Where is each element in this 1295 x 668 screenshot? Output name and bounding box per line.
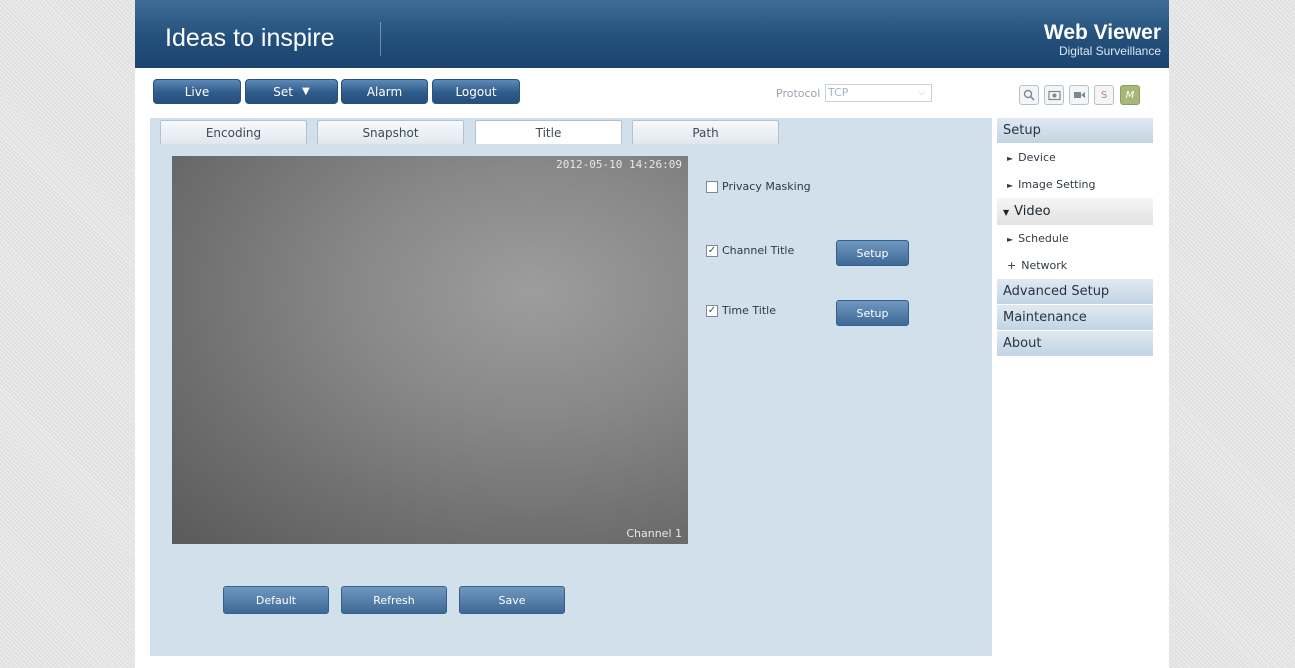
channel-title-option[interactable]: ✓ Channel Title — [706, 244, 794, 257]
sidebar-section-maintenance[interactable]: Maintenance — [997, 305, 1153, 331]
tab-encoding[interactable]: Encoding — [160, 120, 307, 144]
setup-label: Setup — [856, 306, 889, 320]
refresh-label: Refresh — [373, 593, 415, 607]
arrow-right-icon: ► — [1007, 181, 1014, 190]
privacy-masking-label: Privacy Masking — [722, 180, 811, 193]
sidebar-item-network[interactable]: + Network — [997, 252, 1153, 279]
logout-button[interactable]: Logout — [432, 79, 520, 104]
alarm-button[interactable]: Alarm — [341, 79, 428, 104]
logout-label: Logout — [455, 84, 497, 99]
s-button[interactable]: S — [1094, 85, 1114, 105]
time-title-setup-button[interactable]: Setup — [836, 300, 909, 326]
arrow-right-icon: ► — [1007, 235, 1014, 244]
sidebar-item-label: Schedule — [1018, 232, 1069, 245]
tab-title[interactable]: Title — [475, 120, 622, 144]
alarm-label: Alarm — [366, 84, 403, 99]
channel-title-setup-button[interactable]: Setup — [836, 240, 909, 266]
setup-label: Setup — [856, 246, 889, 260]
sidebar-item-image-setting[interactable]: ► Image Setting — [997, 171, 1153, 198]
protocol-select[interactable]: TCP ⌵ — [825, 84, 932, 102]
sidebar-item-label: Image Setting — [1018, 178, 1096, 191]
sidebar-item-label: Device — [1018, 151, 1056, 164]
channel-title-label: Channel Title — [722, 244, 795, 257]
channel-title-checkbox[interactable]: ✓ — [706, 244, 718, 257]
tab-snapshot[interactable]: Snapshot — [317, 120, 464, 144]
default-label: Default — [255, 593, 297, 607]
tab-label: Encoding — [205, 125, 262, 140]
tab-path[interactable]: Path — [632, 120, 779, 144]
default-button[interactable]: Default — [223, 586, 329, 614]
tab-label: Snapshot — [362, 125, 419, 140]
set-label: Set — [273, 84, 293, 99]
s-label: S — [1100, 89, 1108, 101]
save-button[interactable]: Save — [459, 586, 565, 614]
arrow-down-icon: ▼ — [1003, 208, 1010, 217]
brand: Web Viewer Digital Surveillance — [1043, 21, 1161, 59]
video-channel-label: Channel 1 — [626, 527, 682, 540]
refresh-button[interactable]: Refresh — [341, 586, 447, 614]
protocol-value: TCP — [828, 86, 849, 99]
tab-label: Title — [535, 125, 562, 140]
time-title-checkbox[interactable]: ✓ — [706, 304, 718, 317]
chevron-down-icon: ▼ — [302, 86, 310, 97]
tab-label: Path — [692, 125, 719, 140]
chevron-down-icon: ⌵ — [918, 88, 925, 98]
time-title-option[interactable]: ✓ Time Title — [706, 304, 776, 317]
sidebar-section-setup[interactable]: Setup — [997, 118, 1153, 144]
sidebar-section-about[interactable]: About — [997, 331, 1153, 357]
sidebar-item-video[interactable]: ▼ Video — [997, 198, 1153, 225]
sidebar-item-label: Video — [1014, 204, 1051, 219]
privacy-masking-option[interactable]: Privacy Masking — [706, 180, 811, 193]
sidebar-item-label: Network — [1021, 259, 1068, 272]
save-label: Save — [498, 593, 526, 607]
sidebar: Setup ► Device ► Image Setting ▼ Video ► Sch… — [997, 118, 1153, 357]
sidebar-item-device[interactable]: ► Device — [997, 144, 1153, 171]
live-label: Live — [184, 84, 210, 99]
m-label: M — [1125, 89, 1135, 101]
time-title-label: Time Title — [722, 304, 776, 317]
arrow-right-icon: ► — [1007, 154, 1014, 163]
m-button[interactable]: M — [1120, 85, 1140, 105]
banner-title: Ideas to inspire — [165, 24, 335, 52]
video-timestamp: 2012-05-10 14:26:09 — [556, 158, 682, 171]
snapshot-icon[interactable] — [1044, 85, 1064, 105]
brand-sub: Digital Surveillance — [1058, 44, 1161, 58]
video-preview: 2012-05-10 14:26:09 Channel 1 — [172, 156, 688, 544]
brand-main: Web Viewer — [1043, 21, 1161, 44]
sidebar-item-schedule[interactable]: ► Schedule — [997, 225, 1153, 252]
banner-divider — [380, 22, 381, 56]
set-button[interactable]: Set ▼ — [245, 79, 338, 104]
live-button[interactable]: Live — [153, 79, 241, 104]
search-icon[interactable] — [1019, 85, 1039, 105]
plus-icon: + — [1007, 259, 1017, 272]
protocol-label: Protocol — [776, 87, 821, 100]
record-icon[interactable] — [1069, 85, 1089, 105]
page: Ideas to inspire Web Viewer Digital Surv… — [135, 0, 1169, 668]
privacy-masking-checkbox[interactable] — [706, 180, 718, 193]
sidebar-section-advanced-setup[interactable]: Advanced Setup — [997, 279, 1153, 305]
header-banner: Ideas to inspire Web Viewer Digital Surv… — [135, 0, 1169, 68]
